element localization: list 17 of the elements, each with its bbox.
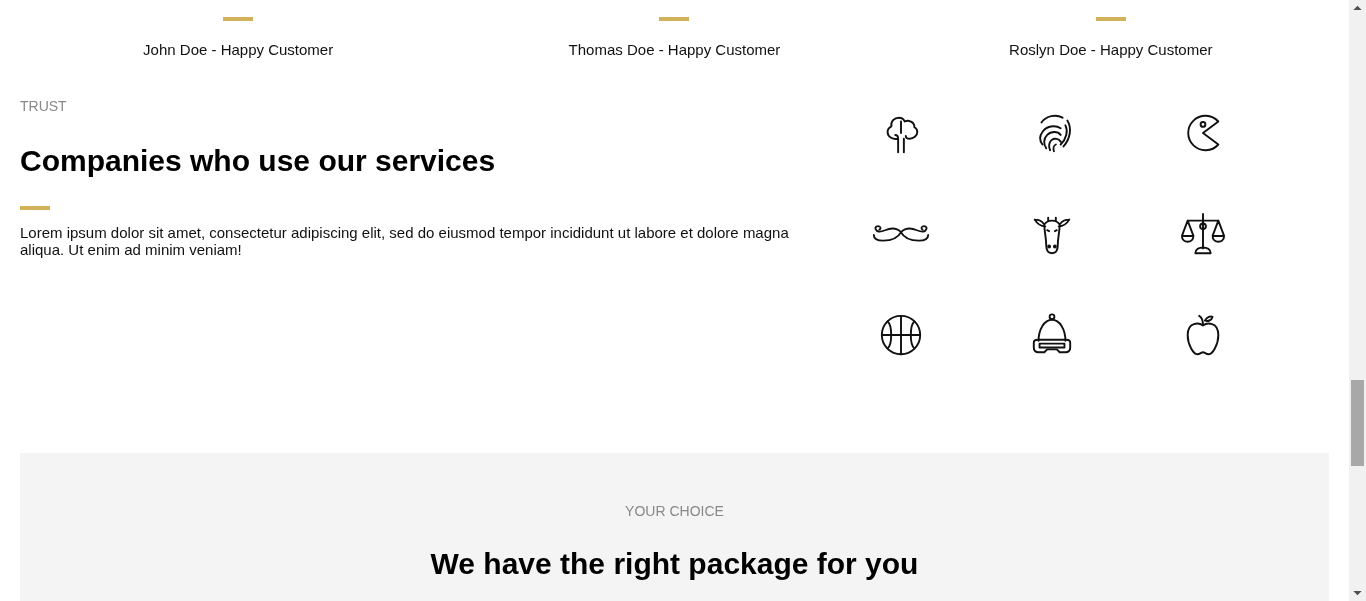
section-text: Lorem ipsum dolor sit amet, consectetur adipiscing elit, sed do eiusmod tempor incididunt ut labore et dolore magna aliqua. Ut enim ad minim veniam! xyxy=(20,224,790,258)
testimonial-author: Roslyn Doe - Happy Customer xyxy=(1009,41,1213,58)
section-eyebrow: YOUR CHOICE xyxy=(625,503,724,519)
scales-icon xyxy=(1179,211,1226,257)
section-heading: We have the right package for you xyxy=(430,547,919,581)
scroll-up-icon[interactable] xyxy=(1353,5,1362,10)
scrollbar-thumb[interactable] xyxy=(1351,380,1364,466)
section-heading: Companies who use our services xyxy=(20,144,496,178)
accent-bar xyxy=(20,206,50,210)
accent-bar xyxy=(223,17,254,21)
scrollbar[interactable] xyxy=(1349,0,1366,601)
accent-bar xyxy=(659,17,690,21)
accent-bar xyxy=(1095,17,1126,21)
section-eyebrow: TRUST xyxy=(20,98,67,114)
testimonial-author: John Doe - Happy Customer xyxy=(143,41,334,58)
testimonial-author: Thomas Doe - Happy Customer xyxy=(568,41,781,58)
scroll-down-icon[interactable] xyxy=(1353,591,1362,596)
